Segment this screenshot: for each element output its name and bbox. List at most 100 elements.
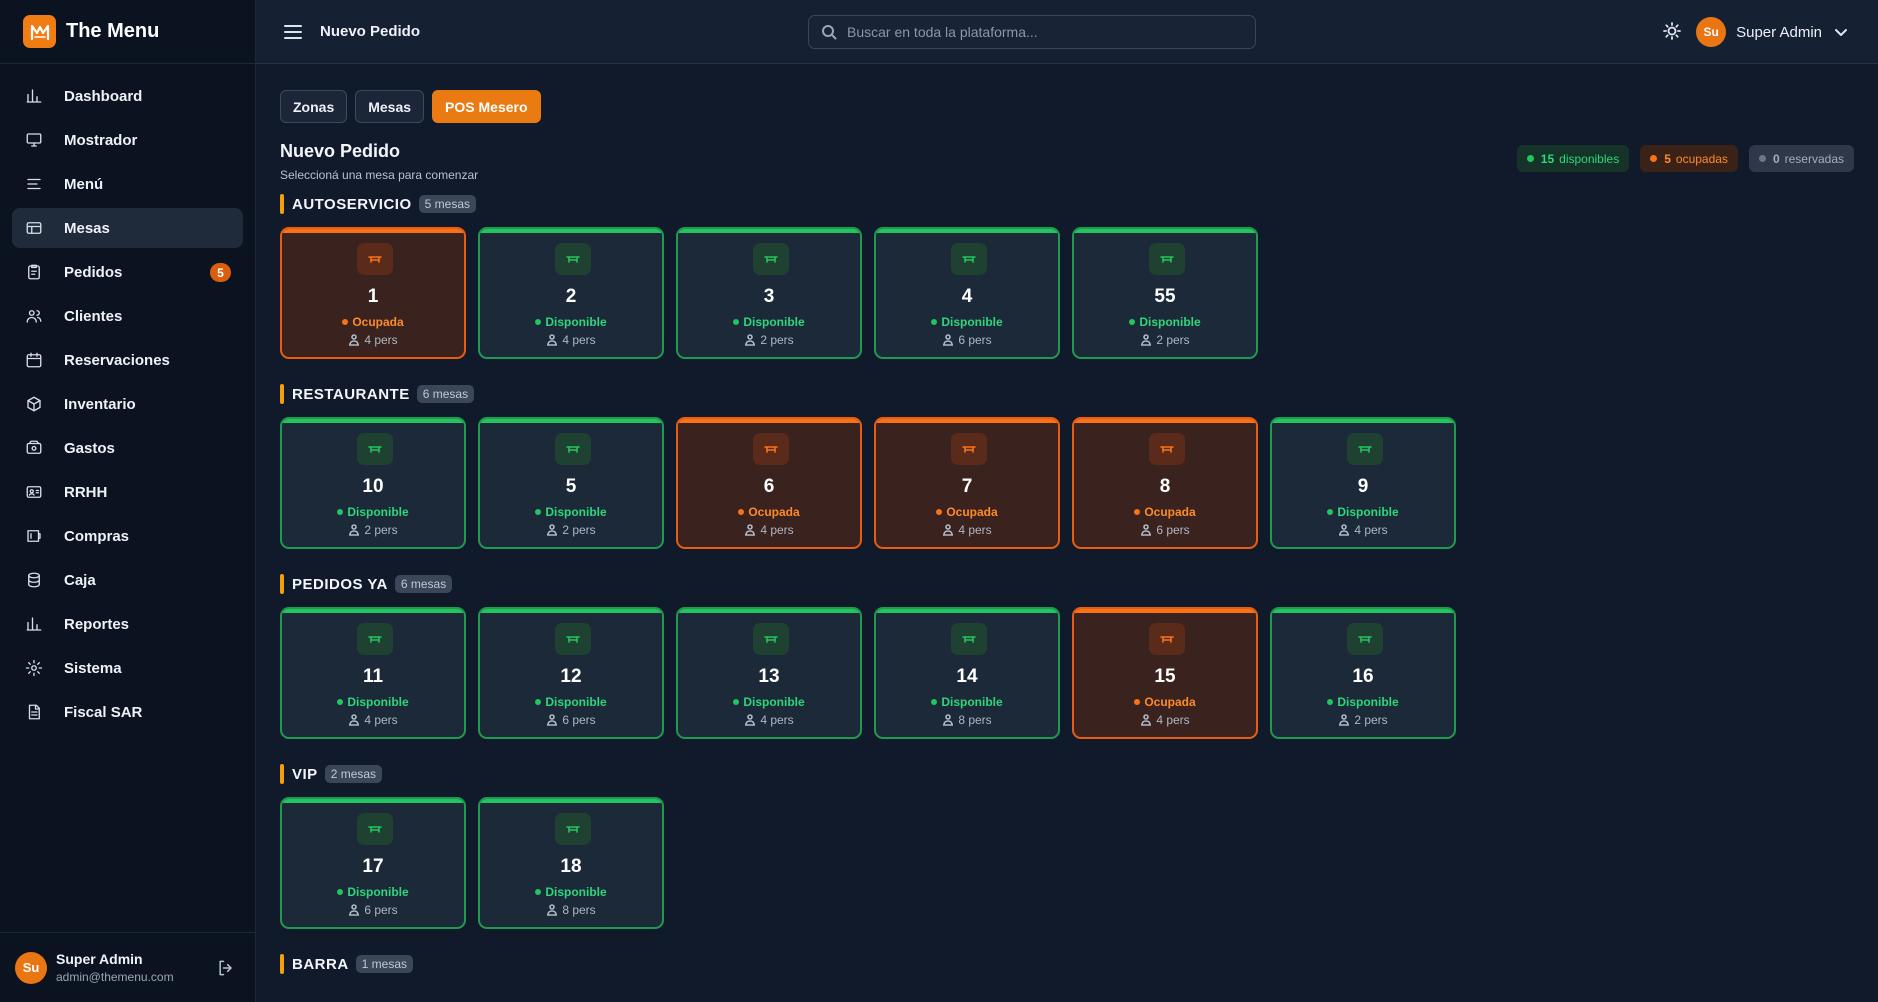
tables-grid: 10 Disponible 2 pers 5 Disponible 2 pers 6 Ocup… xyxy=(280,417,1456,549)
sidebar-item-pedidos[interactable]: Pedidos 5 xyxy=(12,252,243,292)
zone-section: AUTOSERVICIO 5 mesas 1 Ocupada 4 pers 2 Dispon… xyxy=(280,193,1258,359)
search-input[interactable] xyxy=(847,24,1227,40)
sidebar-item-inventario[interactable]: Inventario xyxy=(12,384,243,424)
sidebar-item-label: Mostrador xyxy=(64,131,138,149)
table-seats: 4 pers xyxy=(480,333,662,347)
sun-icon[interactable] xyxy=(1663,22,1681,45)
sidebar-item-mesas[interactable]: Mesas xyxy=(12,208,243,248)
sidebar-item-sistema[interactable]: Sistema xyxy=(12,648,243,688)
sidebar-item-dashboard[interactable]: Dashboard xyxy=(12,76,243,116)
table-card[interactable]: 15 Ocupada 4 pers xyxy=(1072,607,1258,739)
tab-pos-mesero[interactable]: POS Mesero xyxy=(432,90,541,123)
search-bar[interactable] xyxy=(808,15,1256,49)
table-card[interactable]: 12 Disponible 6 pers xyxy=(478,607,664,739)
table-seats: 6 pers xyxy=(1074,523,1256,537)
user-menu[interactable]: Su Super Admin xyxy=(1696,17,1848,47)
user-name: Super Admin xyxy=(1736,23,1822,41)
user-email: admin@themenu.com xyxy=(56,970,174,984)
table-status: Ocupada xyxy=(678,505,860,519)
table-card[interactable]: 3 Disponible 2 pers xyxy=(676,227,862,359)
sidebar-item-clientes[interactable]: Clientes xyxy=(12,296,243,336)
status-dot xyxy=(1129,319,1136,325)
table-card[interactable]: 9 Disponible 4 pers xyxy=(1270,417,1456,549)
sidebar-item-mostrador[interactable]: Mostrador xyxy=(12,120,243,160)
seats-icon xyxy=(349,334,360,346)
table-seats: 4 pers xyxy=(1074,713,1256,727)
table-card[interactable]: 55 Disponible 2 pers xyxy=(1072,227,1258,359)
seats-icon xyxy=(547,524,558,536)
table-number: 3 xyxy=(763,286,775,307)
zone-header: BARRA 1 mesas xyxy=(280,953,414,975)
sidebar-item-reservaciones[interactable]: Reservaciones xyxy=(12,340,243,380)
seats-icon xyxy=(1339,524,1350,536)
sidebar-item-fiscal-sar[interactable]: Fiscal SAR xyxy=(12,692,243,732)
dining-table-icon xyxy=(555,243,591,275)
seats-icon xyxy=(943,714,954,726)
status-dot xyxy=(931,319,938,325)
table-seats: 4 pers xyxy=(282,333,464,347)
sidebar-item-compras[interactable]: Compras xyxy=(12,516,243,556)
table-seats: 8 pers xyxy=(876,713,1058,727)
sidebar-item-rrhh[interactable]: RRHH xyxy=(12,472,243,512)
status-legend: 15 disponibles 5 ocupadas 0 reservadas xyxy=(1516,145,1854,172)
status-dot xyxy=(738,509,745,515)
tab-mesas[interactable]: Mesas xyxy=(355,90,425,123)
table-card[interactable]: 2 Disponible 4 pers xyxy=(478,227,664,359)
seats-icon xyxy=(943,334,954,346)
table-card[interactable]: 4 Disponible 6 pers xyxy=(874,227,1060,359)
table-number: 8 xyxy=(1159,476,1171,497)
brand[interactable]: The Menu xyxy=(0,0,255,64)
table-seats: 4 pers xyxy=(876,523,1058,537)
table-card[interactable]: 17 Disponible 6 pers xyxy=(280,797,466,929)
seats-icon xyxy=(745,714,756,726)
dining-table-icon xyxy=(357,623,393,655)
zone-name: AUTOSERVICIO xyxy=(292,195,412,213)
zone-name: VIP xyxy=(292,765,318,783)
table-number: 15 xyxy=(1154,666,1176,687)
status-dot xyxy=(342,319,349,325)
table-card[interactable]: 18 Disponible 8 pers xyxy=(478,797,664,929)
table-number: 13 xyxy=(758,666,780,687)
zone-name: PEDIDOS YA xyxy=(292,575,388,593)
table-card[interactable]: 5 Disponible 2 pers xyxy=(478,417,664,549)
table-card[interactable]: 7 Ocupada 4 pers xyxy=(874,417,1060,549)
table-seats: 6 pers xyxy=(282,903,464,917)
table-status: Disponible xyxy=(480,315,662,329)
tab-zonas[interactable]: Zonas xyxy=(280,90,348,123)
dining-table-icon xyxy=(357,243,393,275)
sidebar-item-menu[interactable]: Menú xyxy=(12,164,243,204)
dining-table-icon xyxy=(1149,623,1185,655)
sidebar-item-reportes[interactable]: Reportes xyxy=(12,604,243,644)
seats-icon xyxy=(1141,334,1152,346)
table-card[interactable]: 13 Disponible 4 pers xyxy=(676,607,862,739)
hamburger-icon[interactable] xyxy=(282,21,304,48)
table-card[interactable]: 14 Disponible 8 pers xyxy=(874,607,1060,739)
sidebar-item-gastos[interactable]: Gastos xyxy=(12,428,243,468)
table-seats: 4 pers xyxy=(1272,523,1454,537)
avatar: Su xyxy=(1696,17,1727,47)
table-card[interactable]: 10 Disponible 2 pers xyxy=(280,417,466,549)
dining-table-icon xyxy=(357,813,393,845)
sidebar-item-caja[interactable]: Caja xyxy=(12,560,243,600)
seats-icon xyxy=(1141,714,1152,726)
status-dot xyxy=(1134,509,1141,515)
table-seats: 4 pers xyxy=(678,713,860,727)
table-number: 7 xyxy=(961,476,973,497)
table-card[interactable]: 1 Ocupada 4 pers xyxy=(280,227,466,359)
table-card[interactable]: 8 Ocupada 6 pers xyxy=(1072,417,1258,549)
table-status: Ocupada xyxy=(282,315,464,329)
table-card[interactable]: 11 Disponible 4 pers xyxy=(280,607,466,739)
menu-lines-icon xyxy=(24,174,44,194)
table-card[interactable]: 16 Disponible 2 pers xyxy=(1270,607,1456,739)
wallet-icon xyxy=(24,438,44,458)
database-icon xyxy=(24,570,44,590)
logout-icon[interactable] xyxy=(216,958,236,983)
table-seats: 4 pers xyxy=(282,713,464,727)
table-card[interactable]: 6 Ocupada 4 pers xyxy=(676,417,862,549)
dining-table-icon xyxy=(1347,433,1383,465)
avatar[interactable]: Su xyxy=(15,951,47,984)
zone-section: VIP 2 mesas 17 Disponible 6 pers 18 Disponible… xyxy=(280,763,664,929)
status-dot xyxy=(1327,509,1334,515)
zone-marker xyxy=(280,194,284,214)
table-status: Disponible xyxy=(480,885,662,899)
